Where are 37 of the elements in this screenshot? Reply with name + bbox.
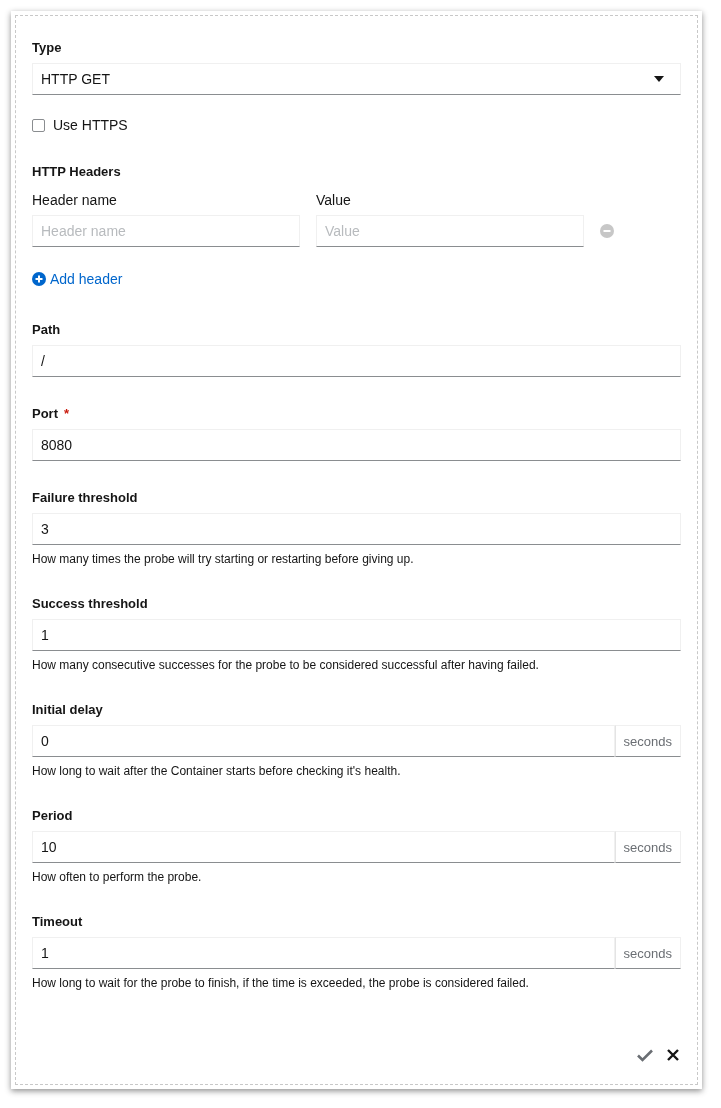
column-label: Header name xyxy=(32,191,118,209)
column-label: Value xyxy=(316,191,352,209)
help-text: How often to perform the probe. xyxy=(32,869,203,885)
text-field[interactable]: 8080 xyxy=(32,429,681,461)
number-field[interactable]: 1 xyxy=(32,937,615,969)
section-title: HTTP Headers xyxy=(32,163,122,181)
field-label: Initial delay xyxy=(32,701,103,719)
add-header-link[interactable]: Add header xyxy=(32,271,123,287)
close-icon[interactable] xyxy=(667,1049,679,1062)
plus-circle-icon xyxy=(32,272,46,286)
checkbox[interactable] xyxy=(32,118,45,132)
help-text: How long to wait after the Container starts before checking it's health. xyxy=(32,763,402,779)
field-label: Period xyxy=(32,807,73,825)
help-text: How many consecutive successes for the probe to be considered successful after having failed. xyxy=(32,657,540,673)
field-label: Success threshold xyxy=(32,595,148,613)
text-field[interactable]: / xyxy=(32,345,681,377)
header-name-field[interactable]: Header name xyxy=(32,215,300,247)
text-field[interactable]: 1 xyxy=(32,619,681,651)
help-text: How long to wait for the probe to finish, if the time is exceeded, the probe is considered failed. xyxy=(32,975,530,991)
field-label: Failure threshold xyxy=(32,489,138,507)
help-text: How many times the probe will try starting or restarting before giving up. xyxy=(32,551,415,567)
checkbox-label: Use HTTPS xyxy=(53,117,128,133)
number-field[interactable]: 10 xyxy=(32,831,615,863)
unit-label: seconds xyxy=(614,831,681,863)
unit-label: seconds xyxy=(614,937,681,969)
unit-label: seconds xyxy=(614,725,681,757)
field-label: Path xyxy=(32,321,61,339)
type-dropdown[interactable]: HTTP GET xyxy=(32,63,681,95)
field-label: Port xyxy=(32,405,58,423)
caret-icon xyxy=(654,76,664,82)
field-label: Timeout xyxy=(32,913,83,931)
header-value-field[interactable]: Value xyxy=(316,215,584,247)
text-field[interactable]: 3 xyxy=(32,513,681,545)
required-mark: * xyxy=(64,405,70,423)
field-label: Type xyxy=(32,39,63,57)
number-field[interactable]: 0 xyxy=(32,725,615,757)
checkmark-icon[interactable] xyxy=(637,1049,653,1062)
